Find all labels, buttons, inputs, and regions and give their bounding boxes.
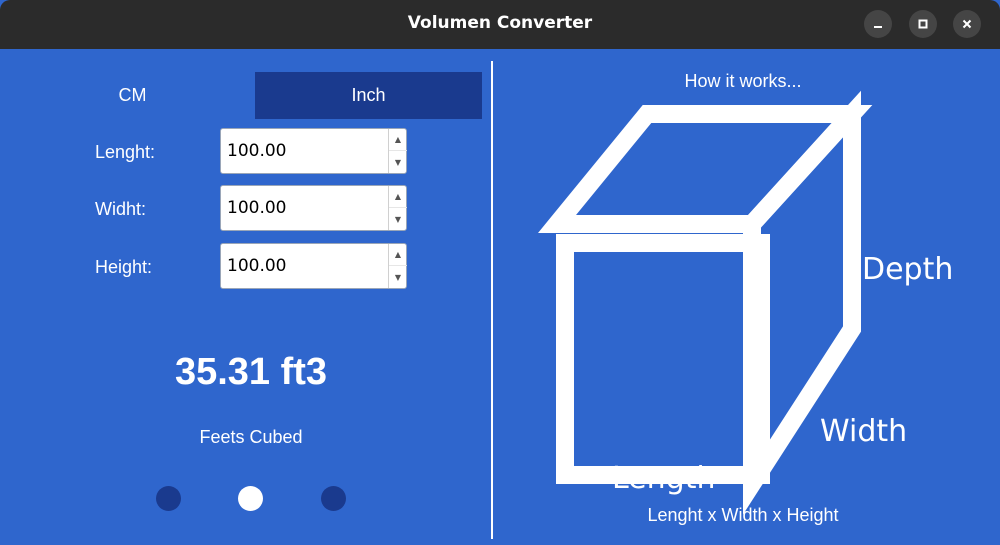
cube-diagram: Depth Width Length [538,90,953,515]
caret-up-icon: ▲ [394,192,402,201]
height-stepper[interactable]: ▲ ▼ [388,244,407,288]
main-content: CM Inch Lenght: ▲ ▼ Widht: ▲ ▼ Height: ▲… [0,49,1000,545]
caret-down-icon: ▼ [394,272,402,282]
cube-label-length: Length [612,461,715,496]
maximize-button[interactable] [909,10,937,38]
length-spinbox[interactable]: ▲ ▼ [220,128,407,174]
formula-text: Lenght x Width x Height [647,505,839,525]
length-decrement-button[interactable]: ▼ [389,151,407,173]
width-stepper[interactable]: ▲ ▼ [388,186,407,230]
length-label: Lenght: [95,142,156,162]
tab-inch[interactable]: Inch [255,72,482,119]
caret-up-icon: ▲ [394,250,402,259]
close-button[interactable] [953,10,981,38]
height-increment-button[interactable]: ▲ [389,244,407,266]
width-input[interactable] [221,186,388,230]
window-title: Volumen Converter [407,13,593,33]
panel-divider [491,61,493,539]
height-spinbox[interactable]: ▲ ▼ [220,243,407,289]
height-input[interactable] [221,244,388,288]
tab-cm[interactable]: CM [10,72,255,119]
page-dot-2[interactable] [238,486,263,511]
caret-up-icon: ▲ [394,135,402,144]
width-increment-button[interactable]: ▲ [389,186,407,208]
width-decrement-button[interactable]: ▼ [389,208,407,230]
minimize-button[interactable] [864,10,892,38]
cube-label-width: Width [820,414,907,449]
cube-label-depth: Depth [862,252,953,287]
result-unit-caption: Feets Cubed [199,427,303,447]
caret-down-icon: ▼ [394,214,402,224]
width-label: Widht: [95,199,147,219]
height-label: Height: [95,257,153,277]
window-titlebar: Volumen Converter [0,0,1000,49]
caret-down-icon: ▼ [394,157,402,167]
length-input[interactable] [221,129,388,173]
page-dot-1[interactable] [156,486,181,511]
result-value: 35.31 ft3 [174,351,328,393]
maximize-icon [918,19,928,29]
height-decrement-button[interactable]: ▼ [389,266,407,288]
length-stepper[interactable]: ▲ ▼ [388,129,407,173]
how-it-works-heading: How it works... [684,71,802,91]
page-dot-3[interactable] [321,486,346,511]
close-icon [962,19,972,29]
width-spinbox[interactable]: ▲ ▼ [220,185,407,231]
minimize-icon [874,26,882,28]
length-increment-button[interactable]: ▲ [389,129,407,151]
